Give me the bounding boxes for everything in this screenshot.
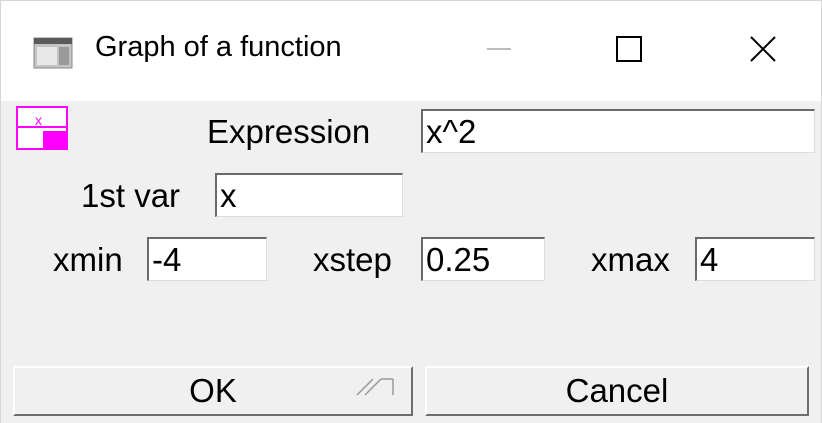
minimize-icon	[484, 34, 514, 69]
cancel-button-label: Cancel	[565, 372, 669, 409]
ok-button-label: OK	[189, 372, 237, 409]
resize-grip-icon[interactable]	[353, 373, 397, 399]
app-window-icon	[33, 37, 73, 69]
first-var-input[interactable]	[215, 173, 403, 217]
close-button[interactable]	[733, 21, 793, 81]
dialog-window: Graph of a function x Expression x^2 1st…	[0, 0, 822, 423]
svg-text:x: x	[35, 112, 42, 128]
xstep-input[interactable]	[421, 237, 545, 281]
xmax-input[interactable]	[695, 237, 815, 281]
xstep-label: xstep	[313, 241, 392, 278]
expression-label: Expression	[207, 113, 371, 150]
first-var-label: 1st var	[81, 177, 181, 214]
xmax-label: xmax	[591, 241, 670, 278]
cancel-button[interactable]: Cancel	[425, 366, 809, 416]
maximize-button[interactable]	[599, 21, 659, 81]
xmin-input[interactable]	[147, 237, 267, 281]
maximize-icon	[614, 34, 644, 69]
xmin-label: xmin	[53, 241, 123, 278]
minimize-button[interactable]	[469, 21, 529, 81]
title-bar[interactable]: Graph of a function	[1, 1, 821, 101]
dialog-body: x Expression 1st var xmin xstep xmax OK	[1, 101, 821, 423]
function-graph-icon: x	[15, 105, 71, 153]
expression-input[interactable]	[421, 109, 815, 153]
close-icon	[748, 34, 778, 69]
window-title: Graph of a function	[95, 31, 342, 63]
